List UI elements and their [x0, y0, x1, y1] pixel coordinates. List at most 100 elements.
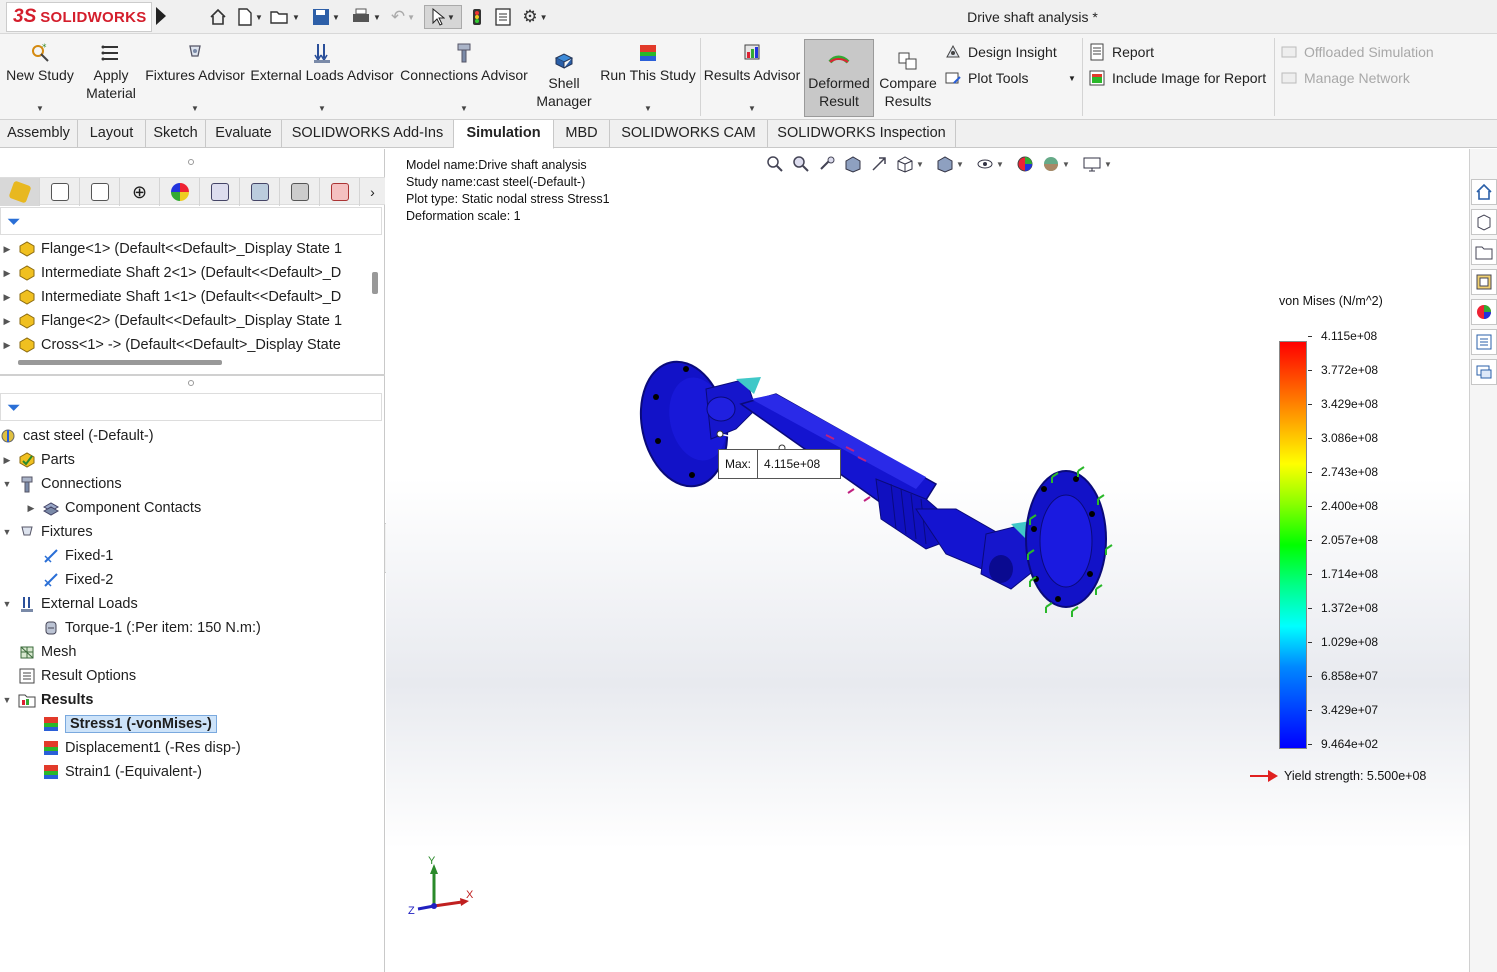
tree-strain-1[interactable]: Strain1 (-Equivalent-) [24, 760, 202, 784]
drive-shaft-model[interactable] [626, 349, 1126, 649]
results-advisor-button[interactable]: Results Advisor ▼ [702, 34, 802, 120]
expand-arrow-icon[interactable]: ▶ [0, 292, 14, 303]
tree-item-flange-2[interactable]: ▶ Flange<2> (Default<<Default>_Display S… [0, 309, 343, 333]
study-tree-filter[interactable]: ⏷ [0, 393, 382, 421]
cam-feature-tab-icon[interactable] [200, 178, 240, 206]
expand-arrow-icon[interactable]: ▶ [0, 244, 14, 255]
tab-mbd[interactable]: MBD [554, 120, 610, 148]
report-button[interactable]: Report [1088, 41, 1154, 63]
external-loads-dropdown-icon[interactable]: ▼ [250, 104, 394, 113]
tree-fixtures[interactable]: ▼ Fixtures [0, 520, 93, 544]
include-image-for-report-button[interactable]: Include Image for Report [1088, 67, 1266, 89]
study-panel-grip[interactable] [188, 380, 194, 386]
connections-dropdown-icon[interactable]: ▼ [398, 104, 530, 113]
expand-arrow-icon[interactable]: ▶ [0, 316, 14, 327]
collapse-arrow-icon[interactable]: ▼ [0, 479, 14, 489]
expand-arrow-icon[interactable]: ▶ [0, 340, 14, 351]
apply-scene-icon[interactable]: ▼ [1042, 154, 1070, 174]
study-root[interactable]: cast steel (-Default-) [0, 424, 154, 448]
zoom-to-fit-icon[interactable] [766, 154, 784, 174]
deformed-result-button[interactable]: Deformed Result [804, 39, 874, 117]
tree-mesh[interactable]: Mesh [0, 640, 76, 664]
expand-arrow-icon[interactable]: ▶ [0, 268, 14, 279]
feature-tree-filter[interactable]: ⏷ [0, 207, 382, 235]
tree-fixed-2[interactable]: Fixed-2 [24, 568, 113, 592]
dynamic-annotation-icon[interactable] [870, 154, 888, 174]
panel-divider[interactable] [0, 374, 385, 376]
property-manager-tab-icon[interactable] [40, 178, 80, 206]
view-settings-icon[interactable]: ▼ [1082, 154, 1112, 174]
tree-displacement-1[interactable]: Displacement1 (-Res disp-) [24, 736, 241, 760]
section-view-icon[interactable] [844, 154, 862, 174]
expand-arrow-icon[interactable]: ▶ [24, 503, 38, 514]
external-loads-advisor-button[interactable]: External Loads Advisor ▼ [250, 34, 394, 120]
tree-torque-1[interactable]: Torque-1 (:Per item: 150 N.m:) [24, 616, 261, 640]
tree-item-flange-1[interactable]: ▶ Flange<1> (Default<<Default>_Display S… [0, 237, 343, 261]
plot-tools-dropdown-icon[interactable]: ▼ [1068, 67, 1076, 89]
design-library-icon[interactable] [1471, 209, 1497, 235]
display-manager-tab-icon[interactable] [160, 178, 200, 206]
tree-results[interactable]: ▼ Results [0, 688, 94, 712]
display-style-icon[interactable]: ▼ [936, 154, 964, 174]
run-study-dropdown-icon[interactable]: ▼ [598, 104, 698, 113]
solidworks-resources-home-icon[interactable] [1471, 179, 1497, 205]
tab-assembly[interactable]: Assembly [0, 120, 78, 148]
feature-tree-vertical-scrollbar[interactable] [372, 272, 378, 294]
tab-cam[interactable]: SOLIDWORKS CAM [610, 120, 768, 148]
dimxpert-tab-icon[interactable]: ⊕ [120, 178, 160, 206]
shell-manager-button[interactable]: Shell Manager [532, 34, 596, 120]
panel-splitter-grip[interactable] [188, 159, 194, 165]
tree-connections[interactable]: ▼ Connections [0, 472, 122, 496]
plot-tools-button[interactable]: Plot Tools [944, 67, 1028, 89]
configuration-manager-tab-icon[interactable] [80, 178, 120, 206]
tree-parts[interactable]: ▶ Parts [0, 448, 75, 472]
fixtures-advisor-button[interactable]: Fixtures Advisor ▼ [144, 34, 246, 120]
connections-advisor-button[interactable]: Connections Advisor ▼ [398, 34, 530, 120]
compare-results-button[interactable]: Compare Results [876, 34, 940, 120]
filter-icon[interactable]: ⏷ [7, 398, 21, 418]
filter-icon[interactable]: ⏷ [7, 212, 21, 232]
tab-evaluate[interactable]: Evaluate [206, 120, 282, 148]
tab-simulation[interactable]: Simulation [454, 120, 554, 149]
view-palette-icon[interactable] [1471, 269, 1497, 295]
tree-fixed-1[interactable]: Fixed-1 [24, 544, 113, 568]
fixtures-dropdown-icon[interactable]: ▼ [144, 104, 246, 113]
max-stress-callout[interactable]: Max: 4.115e+08 [718, 449, 842, 479]
tree-component-contacts[interactable]: ▶ Component Contacts [24, 496, 202, 520]
tree-result-options[interactable]: Result Options [0, 664, 136, 688]
zoom-to-area-icon[interactable] [792, 154, 810, 174]
apply-material-button[interactable]: Apply Material [80, 34, 142, 120]
tab-add-ins[interactable]: SOLIDWORKS Add-Ins [282, 120, 454, 148]
tab-inspection[interactable]: SOLIDWORKS Inspection [768, 120, 956, 148]
hide-show-items-icon[interactable]: ▼ [976, 154, 1004, 174]
collapse-arrow-icon[interactable]: ▼ [0, 599, 14, 609]
feature-tree-horizontal-scrollbar[interactable] [18, 360, 222, 365]
expand-arrow-icon[interactable]: ▶ [0, 455, 14, 466]
tree-item-intermediate-shaft-2[interactable]: ▶ Intermediate Shaft 2<1> (Default<<Defa… [0, 261, 342, 285]
cam-tool-tab-icon[interactable] [280, 178, 320, 206]
offloaded-simulation-button[interactable]: Offloaded Simulation [1280, 41, 1434, 63]
previous-view-icon[interactable] [818, 154, 836, 174]
tree-stress-1[interactable]: Stress1 (-vonMises-) [24, 712, 217, 736]
tab-scroll-right-icon[interactable]: › [360, 178, 385, 206]
custom-properties-icon[interactable] [1471, 329, 1497, 355]
appearances-scenes-icon[interactable] [1471, 299, 1497, 325]
tree-external-loads[interactable]: ▼ External Loads [0, 592, 138, 616]
tree-item-intermediate-shaft-1[interactable]: ▶ Intermediate Shaft 1<1> (Default<<Defa… [0, 285, 342, 309]
tree-item-cross-1[interactable]: ▶ Cross<1> -> (Default<<Default>_Display… [0, 333, 341, 357]
new-study-dropdown-icon[interactable]: ▼ [2, 104, 78, 113]
results-advisor-dropdown-icon[interactable]: ▼ [702, 104, 802, 113]
file-explorer-icon[interactable] [1471, 239, 1497, 265]
new-study-button[interactable]: * New Study ▼ [2, 34, 78, 120]
forum-icon[interactable] [1471, 359, 1497, 385]
run-this-study-button[interactable]: Run This Study ▼ [598, 34, 698, 120]
collapse-arrow-icon[interactable]: ▼ [0, 695, 14, 705]
edit-appearance-icon[interactable] [1016, 154, 1034, 174]
tab-layout[interactable]: Layout [78, 120, 146, 148]
manage-network-button[interactable]: Manage Network [1280, 67, 1410, 89]
design-insight-button[interactable]: Design Insight [944, 41, 1057, 63]
tab-sketch[interactable]: Sketch [146, 120, 206, 148]
inspection-tab-icon[interactable] [320, 178, 360, 206]
feature-manager-tab-icon[interactable] [0, 178, 40, 206]
collapse-arrow-icon[interactable]: ▼ [0, 527, 14, 537]
